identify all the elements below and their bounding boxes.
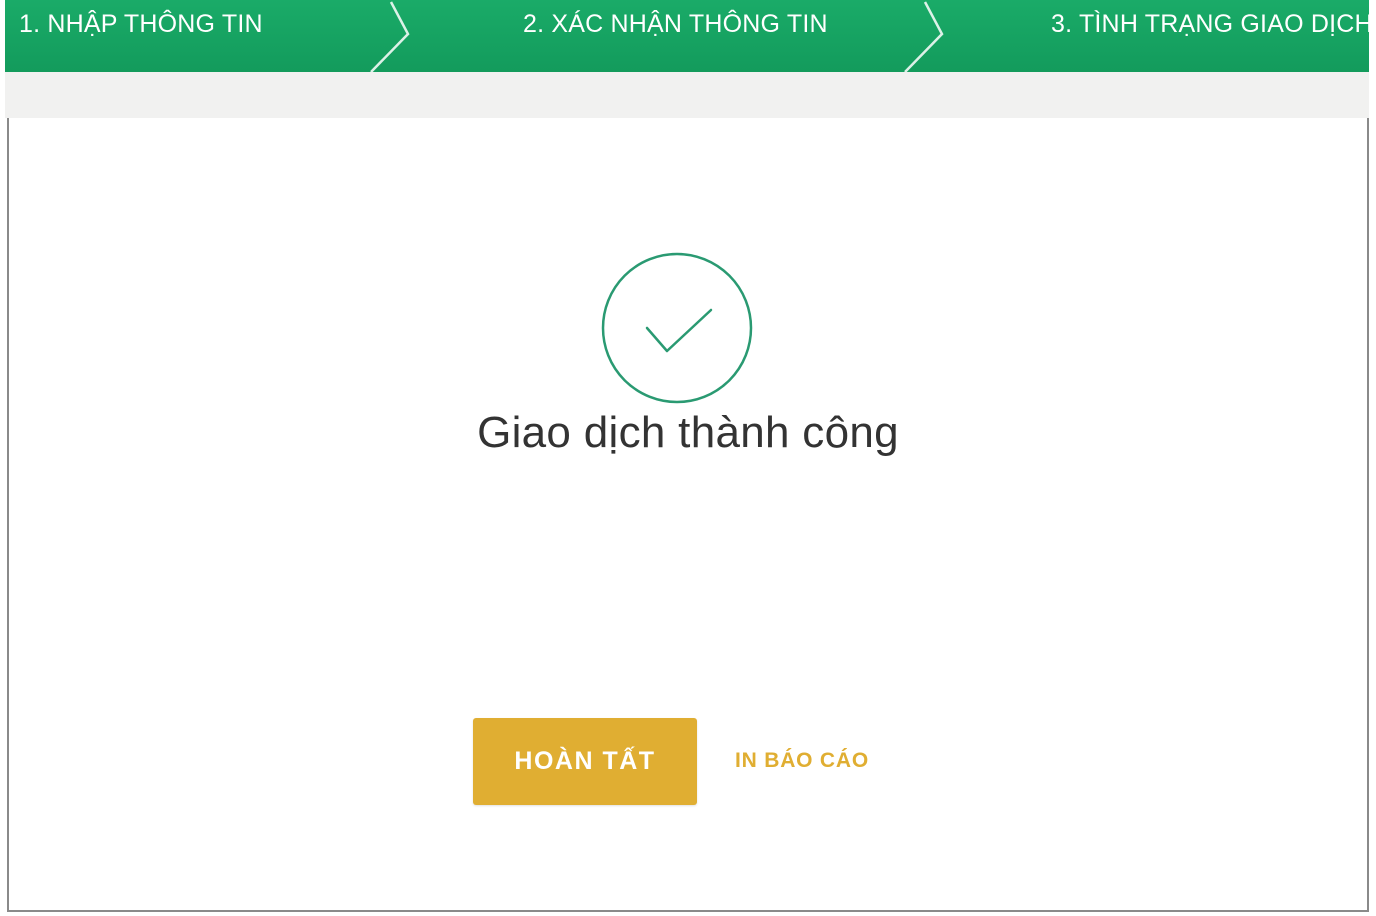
step-confirm-info[interactable]: 2. XÁC NHẬN THÔNG TIN [523,0,828,72]
print-report-link[interactable]: IN BÁO CÁO [735,749,869,773]
step-transaction-status[interactable]: 3. TÌNH TRẠNG GIAO DỊCH [1051,0,1369,72]
chevron-separator-2 [904,1,944,72]
transaction-status-message: Giao dịch thành công [477,408,899,457]
subheader-band [5,72,1369,118]
check-circle-icon [600,251,754,405]
progress-stepper: 1. NHẬP THÔNG TIN 2. XÁC NHẬN THÔNG TIN … [5,0,1369,72]
done-button[interactable]: HOÀN TẤT [473,718,697,805]
step-enter-info[interactable]: 1. NHẬP THÔNG TIN [19,0,263,72]
chevron-separator-1 [370,1,410,72]
